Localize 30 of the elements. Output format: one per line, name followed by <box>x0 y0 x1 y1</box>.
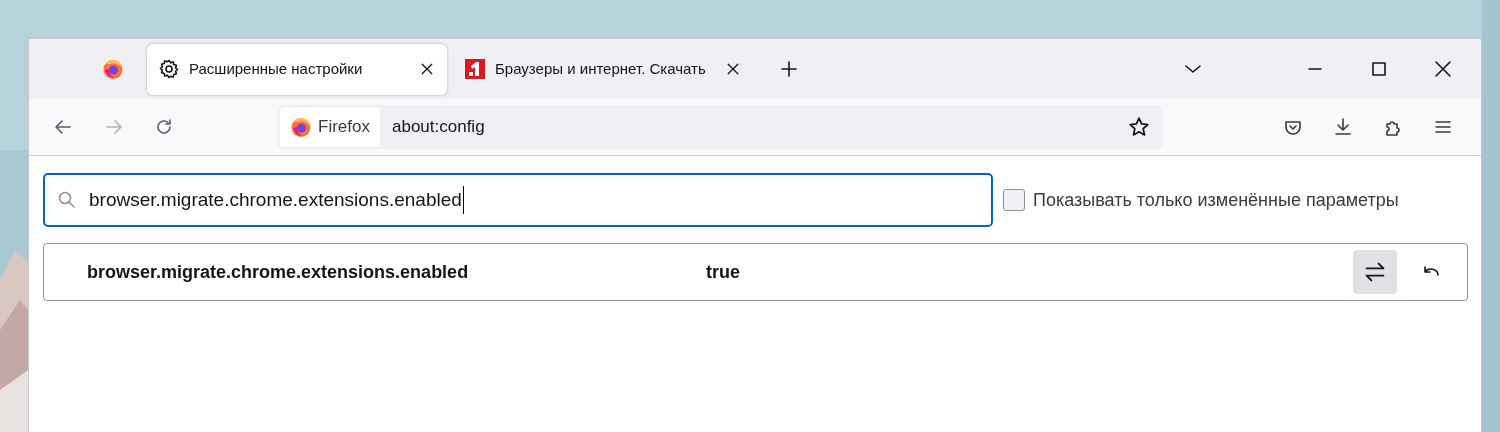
firefox-icon <box>290 116 312 138</box>
pref-name: browser.migrate.chrome.extensions.enabled <box>87 260 470 284</box>
tab-title: Расширенные настройки <box>189 58 364 79</box>
gear-icon <box>159 59 179 79</box>
browser-tab[interactable]: Браузеры и интернет. Скачать <box>453 43 753 95</box>
url-text: about:config <box>391 116 486 139</box>
reload-icon[interactable] <box>154 117 174 137</box>
search-field[interactable]: browser.migrate.chrome.extensions.enabled <box>43 173 993 227</box>
browser-tab[interactable]: Расширенные настройки <box>147 43 447 95</box>
checkbox-label: Показывать только изменённые параметры <box>1033 188 1399 212</box>
site-logo-icon <box>465 59 485 79</box>
tab-title: Браузеры и интернет. Скачать <box>495 58 707 79</box>
search-text: browser.migrate.chrome.extensions.enabled <box>89 185 464 215</box>
download-icon[interactable] <box>1333 117 1353 137</box>
checkbox[interactable] <box>1003 189 1025 211</box>
back-arrow-icon[interactable] <box>53 117 73 137</box>
search-icon <box>57 190 77 210</box>
close-icon[interactable] <box>419 61 435 77</box>
swap-arrows-icon <box>1363 260 1387 284</box>
close-icon[interactable] <box>1433 59 1453 79</box>
identity-chip[interactable]: Firefox <box>280 107 380 147</box>
firefox-icon <box>102 58 124 80</box>
toggle-button[interactable] <box>1353 250 1397 294</box>
close-icon[interactable] <box>725 61 741 77</box>
star-icon[interactable] <box>1128 116 1150 138</box>
plus-icon[interactable] <box>779 59 799 79</box>
url-bar[interactable]: Firefox about:config <box>278 105 1162 149</box>
identity-label: Firefox <box>318 116 370 139</box>
maximize-icon[interactable] <box>1369 59 1389 79</box>
pref-value: true <box>706 260 741 284</box>
